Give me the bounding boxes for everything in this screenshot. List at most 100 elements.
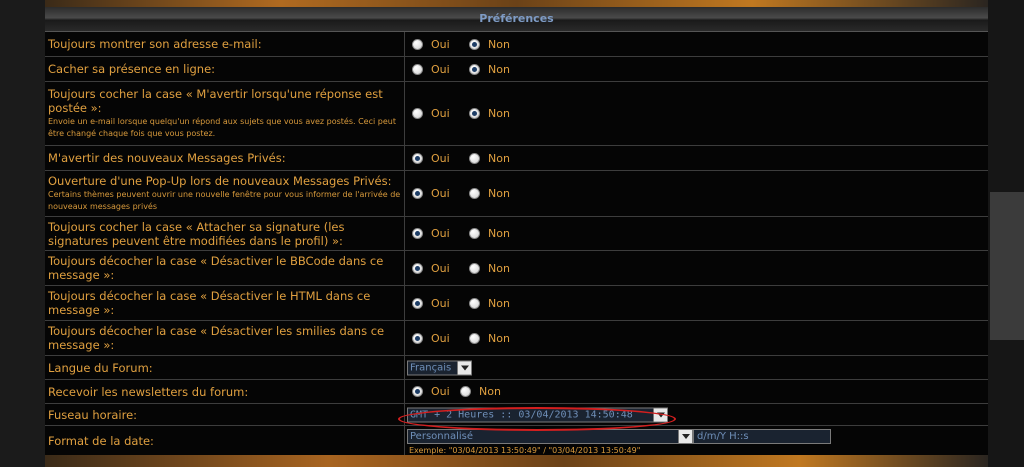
radio-circle[interactable] [469,63,480,75]
pref-value-cell: Oui Non [406,146,988,170]
pref-value-cell: Oui Non [406,321,988,355]
radio-circle[interactable] [412,152,423,164]
radio-label-no: Non [488,151,510,165]
radio-yes[interactable]: Oui [412,297,450,310]
pref-label-cell: Fuseau horaire: [45,404,405,425]
pref-label-cell: Toujours cocher la case « M'avertir lors… [45,82,405,145]
radio-label-no: Non [479,385,501,398]
pref-label-cell: Toujours montrer son adresse e-mail: [45,32,405,56]
radio-label-yes: Oui [431,385,450,398]
pref-label: M'avertir des nouveaux Messages Privés: [48,151,286,165]
radio-yes[interactable]: Oui [412,63,450,76]
radio-circle[interactable] [412,262,423,274]
pref-label: Toujours cocher la case « M'avertir lors… [48,87,383,115]
radio-circle[interactable] [469,38,480,50]
radio-yes[interactable]: Oui [412,37,450,51]
radio-yes[interactable]: Oui [412,227,450,240]
date-format-input-value: d/m/Y H::s [697,431,749,442]
radio-circle[interactable] [412,228,423,239]
pref-row-signature: Toujours cocher la case « Attacher sa si… [45,217,988,251]
preferences-panel: Préférences Toujours montrer son adresse… [45,7,988,455]
radio-circle[interactable] [469,228,480,239]
pref-label: Cacher sa présence en ligne: [48,62,216,76]
pref-row-html: Toujours décocher la case « Désactiver l… [45,286,988,321]
top-decor-bar [45,0,988,7]
radio-label-no: Non [488,296,510,310]
highlight-annotation [398,407,676,431]
radio-no[interactable]: Non [469,37,510,51]
pref-value-cell: Oui Non [406,251,988,285]
section-title: Préférences [479,12,554,25]
radio-circle[interactable] [412,63,423,75]
radio-no[interactable]: Non [469,62,510,76]
date-format-select[interactable]: Personnalisé [407,429,693,444]
radio-no[interactable]: Non [469,151,510,165]
pref-label-cell: Toujours cocher la case « Attacher sa si… [45,217,405,250]
radio-circle[interactable] [412,38,423,50]
radio-label-yes: Oui [431,187,450,200]
radio-no[interactable]: Non [469,296,510,310]
radio-yes[interactable]: Oui [412,107,450,120]
radio-yes[interactable]: Oui [412,151,450,165]
radio-circle[interactable] [469,297,480,309]
radio-label-yes: Oui [431,227,450,240]
radio-label-yes: Oui [431,37,450,51]
pref-value-cell: Oui Non [406,171,988,216]
scrollbar-thumb[interactable] [990,192,1024,340]
pref-value-cell: Oui Non [406,380,988,403]
radio-circle[interactable] [412,386,423,397]
pref-label-cell: M'avertir des nouveaux Messages Privés: [45,146,405,170]
radio-no[interactable]: Non [469,261,510,275]
pref-description: Envoie un e-mail lorsque quelqu'un répon… [48,117,396,138]
pref-label: Fuseau horaire: [48,407,138,422]
radio-circle[interactable] [469,332,480,344]
pref-row-notify-reply: Toujours cocher la case « M'avertir lors… [45,82,988,146]
pref-value-cell: Oui Non [406,82,988,145]
pref-label-cell: Toujours décocher la case « Désactiver l… [45,321,405,355]
radio-circle[interactable] [412,108,423,119]
radio-no[interactable]: Non [460,385,501,398]
radio-circle[interactable] [469,108,480,119]
pref-label: Toujours décocher la case « Désactiver l… [48,289,371,317]
radio-no[interactable]: Non [469,227,510,240]
chevron-down-icon[interactable] [457,361,471,374]
pref-label: Recevoir les newsletters du forum: [48,384,249,399]
radio-no[interactable]: Non [469,107,510,120]
radio-yes[interactable]: Oui [412,187,450,200]
language-select[interactable]: Français [407,360,472,375]
radio-circle[interactable] [460,386,471,397]
radio-label-no: Non [488,62,510,76]
radio-label-no: Non [488,227,510,240]
pref-value-cell: Oui Non [406,286,988,320]
radio-circle[interactable] [412,188,423,199]
pref-row-hide-online: Cacher sa présence en ligne: Oui Non [45,57,988,82]
radio-circle[interactable] [469,188,480,199]
date-format-select-value: Personnalisé [410,431,473,442]
radio-label-no: Non [488,331,510,345]
date-format-input[interactable]: d/m/Y H::s [693,429,831,444]
pref-label-cell: Recevoir les newsletters du forum: [45,380,405,403]
radio-no[interactable]: Non [469,331,510,345]
radio-yes[interactable]: Oui [412,262,450,275]
radio-label-yes: Oui [431,107,450,120]
radio-no[interactable]: Non [469,187,510,200]
radio-yes[interactable]: Oui [412,385,450,398]
radio-circle[interactable] [412,332,423,344]
pref-label: Toujours cocher la case « Attacher sa si… [48,219,345,248]
radio-circle[interactable] [412,297,423,309]
radio-label-no: Non [488,37,510,51]
pref-value-cell: Oui Non [406,217,988,250]
pref-label: Toujours décocher la case « Désactiver l… [48,324,385,352]
radio-label-no: Non [488,261,510,275]
radio-circle[interactable] [469,152,480,164]
chevron-down-icon[interactable] [678,430,692,443]
pref-label-cell: Ouverture d'une Pop-Up lors de nouveaux … [45,171,405,216]
radio-circle[interactable] [469,262,480,274]
pref-label-cell: Langue du Forum: [45,356,405,379]
radio-label-yes: Oui [431,151,450,165]
radio-yes[interactable]: Oui [412,331,450,345]
pref-row-popup-pm: Ouverture d'une Pop-Up lors de nouveaux … [45,171,988,217]
pref-label: Toujours décocher la case « Désactiver l… [48,254,384,282]
radio-label-yes: Oui [431,331,450,345]
section-header: Préférences [45,7,988,32]
